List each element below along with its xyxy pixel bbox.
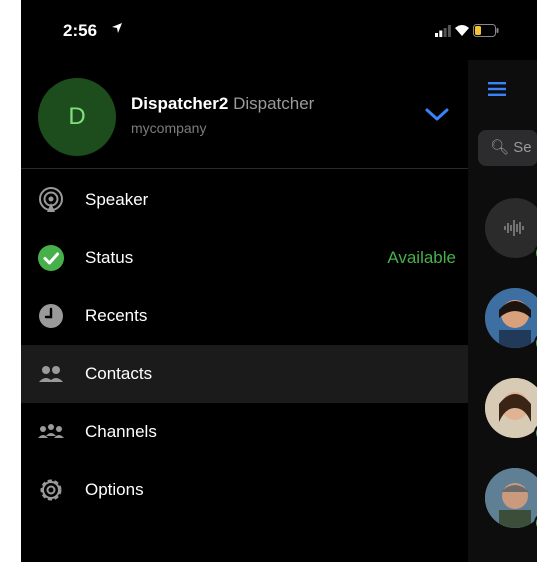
- drawer-menu: Speaker Status Available Recents Contact…: [21, 171, 468, 519]
- menu-item-label: Channels: [85, 422, 157, 441]
- contact-avatar[interactable]: [485, 468, 537, 528]
- status-time: 2:56: [63, 21, 98, 40]
- divider: [21, 168, 468, 169]
- menu-item-options[interactable]: Options: [21, 461, 468, 519]
- channels-icon: [38, 424, 64, 438]
- menu-item-label: Status: [85, 248, 134, 267]
- menu-item-channels[interactable]: Channels: [21, 403, 468, 461]
- location-arrow-icon: [112, 23, 122, 33]
- menu-item-recents[interactable]: Recents: [21, 287, 468, 345]
- status-value: Available: [387, 248, 456, 267]
- status-check-icon: [38, 245, 64, 271]
- user-name: Dispatcher2: [131, 94, 229, 113]
- contact-avatar[interactable]: [485, 288, 537, 348]
- person-photo: [485, 378, 537, 438]
- person-photo: [485, 468, 537, 528]
- user-line: Dispatcher2 Dispatcher: [131, 94, 314, 114]
- menu-item-status[interactable]: Status Available: [21, 229, 468, 287]
- cellular-signal-icon: [435, 25, 451, 37]
- user-role: Dispatcher: [233, 94, 315, 113]
- profile-header[interactable]: D Dispatcher2 Dispatcher mycompany: [21, 60, 468, 168]
- search-placeholder: Se: [513, 139, 532, 156]
- menu-icon[interactable]: [488, 82, 506, 96]
- menu-item-label: Options: [85, 480, 144, 499]
- navigation-drawer: D Dispatcher2 Dispatcher mycompany Speak…: [21, 0, 468, 562]
- menu-item-label: Recents: [85, 306, 148, 325]
- search-icon: 🔍︎: [490, 139, 510, 156]
- speaker-icon: [39, 187, 63, 212]
- menu-item-label: Contacts: [85, 364, 153, 383]
- menu-item-label: Speaker: [85, 190, 149, 209]
- app-screen: 🔍︎ Se D Dispatcher2 Dispatcher mycompany…: [21, 0, 537, 562]
- contact-avatar[interactable]: [485, 378, 537, 438]
- search-input[interactable]: 🔍︎ Se: [478, 130, 537, 166]
- company-name: mycompany: [131, 120, 207, 136]
- person-photo: [485, 288, 537, 348]
- contacts-list-pane: 🔍︎ Se: [468, 60, 537, 562]
- clock-icon: [39, 304, 63, 328]
- menu-item-contacts[interactable]: Contacts: [21, 345, 468, 403]
- avatar: D: [38, 78, 116, 156]
- menu-item-speaker[interactable]: Speaker: [21, 171, 468, 229]
- battery-icon: [473, 24, 499, 37]
- contact-avatar[interactable]: [485, 198, 537, 258]
- contacts-icon: [39, 366, 63, 382]
- wifi-icon: [455, 25, 469, 36]
- chevron-down-icon[interactable]: [424, 107, 450, 123]
- status-bar: 2:56: [21, 0, 537, 60]
- waveform-icon: [504, 220, 524, 236]
- gear-icon: [40, 479, 62, 501]
